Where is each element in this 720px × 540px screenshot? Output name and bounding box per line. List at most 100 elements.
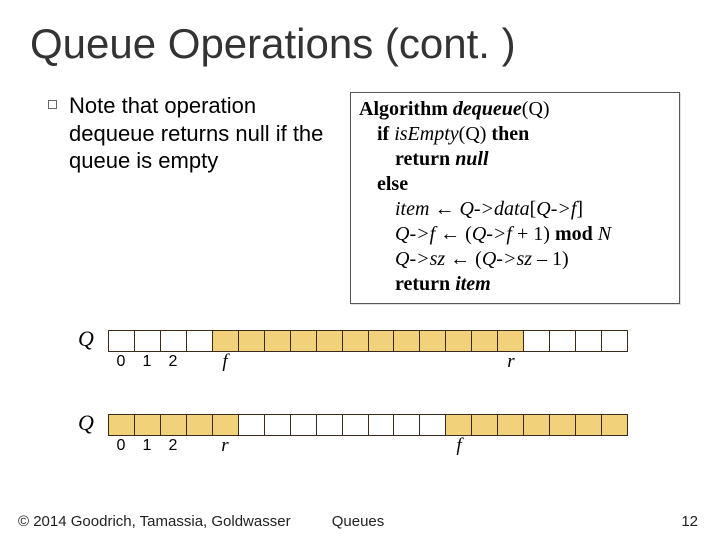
paren-l: ( (475, 248, 482, 270)
queue-cell (213, 414, 239, 436)
queue-cell (187, 414, 213, 436)
queue-cell (265, 330, 291, 352)
l7-qsz: Q->sz (482, 248, 532, 270)
index-slot (264, 352, 290, 372)
cond-fn: isEmpty (394, 123, 458, 145)
index-slot (290, 436, 316, 456)
index-slot: r (212, 436, 238, 456)
index-row: 012fr (108, 352, 628, 372)
queue-cell (291, 330, 317, 352)
kw-else: else (377, 173, 408, 195)
page-title: Queue Operations (cont. ) (30, 20, 516, 68)
index-slot: 2 (160, 436, 186, 456)
index-slot (342, 436, 368, 456)
queue-cell (420, 330, 446, 352)
var-item2: item (455, 273, 491, 295)
index-slot (602, 436, 628, 456)
index-slot (316, 436, 342, 456)
l6-qf: Q->f (472, 223, 512, 245)
queue-label: Q (78, 326, 94, 352)
note-text: Note that operation dequeue returns null… (69, 92, 326, 175)
index-slot (550, 436, 576, 456)
queue-cell (576, 414, 602, 436)
queue-cell (602, 330, 628, 352)
index-slot (446, 352, 472, 372)
index-slot: f (446, 436, 472, 456)
index-slot (498, 436, 524, 456)
queue-cell (602, 414, 628, 436)
kw-return2: return (395, 273, 450, 295)
kw-algorithm: Algorithm (359, 98, 448, 120)
index-slot (524, 436, 550, 456)
index-slot (238, 436, 264, 456)
q-f: Q->f (536, 198, 576, 220)
index-slot (290, 352, 316, 372)
arrow-icon: ← (450, 248, 470, 270)
queue-cell (394, 414, 420, 436)
queue-cell (498, 414, 524, 436)
bullet-item: Note that operation dequeue returns null… (48, 92, 326, 175)
index-slot (472, 352, 498, 372)
index-row: 012rf (108, 436, 628, 456)
l7-lhs: Q->sz (395, 248, 445, 270)
queue-cell (187, 330, 213, 352)
content-row: Note that operation dequeue returns null… (48, 92, 680, 304)
index-slot (576, 352, 602, 372)
queue-cell (576, 330, 602, 352)
queue-cell (550, 330, 576, 352)
bracket-r: ] (576, 198, 583, 220)
cond-arg: (Q) (459, 123, 487, 145)
kw-then: then (491, 123, 529, 145)
index-slot (264, 436, 290, 456)
kw-if: if (377, 123, 389, 145)
queue-cell (108, 414, 135, 436)
l6-lhs: Q->f (395, 223, 435, 245)
index-slot: 2 (160, 352, 186, 372)
queue-cell (524, 414, 550, 436)
queue-cell (161, 330, 187, 352)
cells-row (108, 330, 628, 352)
fn-arg: (Q) (522, 98, 550, 120)
kw-null: null (455, 148, 488, 170)
queue-cell (239, 414, 265, 436)
kw-mod: mod (555, 223, 593, 245)
queue-cell (265, 414, 291, 436)
paren-l: ( (465, 223, 472, 245)
footer-right: 12 (681, 513, 698, 530)
index-slot (186, 352, 212, 372)
kw-return: return (395, 148, 450, 170)
queue-cell (420, 414, 446, 436)
var-item: item (395, 198, 429, 220)
var-N: N (593, 223, 611, 245)
queue-cell (472, 414, 498, 436)
arrow-icon: ← (434, 198, 454, 220)
l7-tail: – 1) (532, 248, 569, 270)
index-slot (524, 352, 550, 372)
index-slot (186, 436, 212, 456)
queue-cell (369, 330, 395, 352)
queue-cell (394, 330, 420, 352)
queue-cell (446, 330, 472, 352)
l6-tail1: + 1) (512, 223, 555, 245)
queue-cell (369, 414, 395, 436)
index-slot: 1 (134, 352, 160, 372)
index-slot (238, 352, 264, 372)
index-slot (316, 352, 342, 372)
index-slot (576, 436, 602, 456)
footer: © 2014 Goodrich, Tamassia, Goldwasser Qu… (18, 513, 698, 530)
queue-cell (550, 414, 576, 436)
arrow-icon: ← (440, 223, 460, 245)
index-slot (368, 436, 394, 456)
queue-diagram-2: Q 012rf (108, 414, 628, 456)
footer-left: © 2014 Goodrich, Tamassia, Goldwasser (18, 513, 291, 530)
index-slot: r (498, 352, 524, 372)
index-slot (472, 436, 498, 456)
queue-cell (108, 330, 135, 352)
queue-cell (239, 330, 265, 352)
queue-cell (213, 330, 239, 352)
index-slot (420, 352, 446, 372)
cells-row (108, 414, 628, 436)
index-slot (602, 352, 628, 372)
queue-cell (135, 330, 161, 352)
queue-cell (524, 330, 550, 352)
